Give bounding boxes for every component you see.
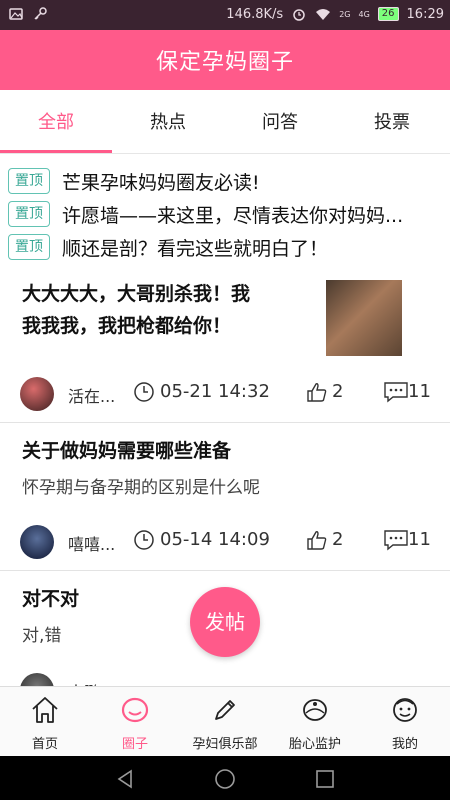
- tab-vote[interactable]: 投票: [336, 93, 448, 153]
- wifi-icon: [315, 6, 331, 22]
- comment-icon[interactable]: [383, 381, 409, 403]
- post-card[interactable]: 关于做妈妈需要哪些准备 怀孕期与备孕期的区别是什么呢 嘻嘻... 05-14 1…: [0, 423, 450, 571]
- thumbs-up-icon[interactable]: [306, 529, 328, 551]
- home-icon: [32, 697, 58, 723]
- battery-indicator: 26: [377, 7, 399, 21]
- post-author: 南鹏: [68, 679, 100, 686]
- back-icon[interactable]: [114, 768, 136, 790]
- post-excerpt: 怀孕期与备孕期的区别是什么呢: [22, 478, 260, 498]
- nav-label: 胎心监护: [288, 737, 341, 752]
- nav-fetal-monitor[interactable]: 胎心监护: [270, 687, 360, 757]
- comment-count: 11: [408, 529, 431, 550]
- like-count: 2: [332, 529, 344, 550]
- post-author: 活在...: [68, 387, 116, 406]
- post-card[interactable]: 大大大大，大哥别杀我！我 我我我，我把枪都给你！ 活在... 05-21 14:…: [0, 266, 450, 423]
- alarm-icon: [291, 6, 307, 22]
- status-time: 16:29: [406, 6, 444, 22]
- post-meta: 南鹏: [0, 670, 450, 686]
- monitor-icon: [303, 699, 327, 721]
- nav-label: 首页: [31, 737, 58, 752]
- post-meta: 活在... 05-21 14:32 2 11: [0, 374, 450, 414]
- avatar[interactable]: [20, 377, 54, 411]
- post-title: 对不对: [22, 588, 80, 610]
- nav-home[interactable]: 首页: [0, 687, 90, 757]
- avatar[interactable]: [20, 673, 54, 686]
- comment-icon[interactable]: [383, 529, 409, 551]
- post-author: 嘻嘻...: [68, 535, 116, 554]
- circle-icon: [121, 697, 149, 723]
- post-date: 05-14 14:09: [160, 529, 270, 550]
- pinned-badge: 置顶: [8, 201, 50, 227]
- tab-qa[interactable]: 问答: [224, 93, 336, 153]
- pencil-icon: [215, 700, 235, 720]
- category-tabs: 全部 热点 问答 投票: [0, 93, 450, 154]
- pinned-post[interactable]: 置顶 顺还是剖？看完这些就明白了！: [8, 232, 432, 262]
- avatar[interactable]: [20, 525, 54, 559]
- nav-circle[interactable]: 圈子: [90, 687, 180, 757]
- pinned-post[interactable]: 置顶 许愿墙——来这里，尽情表达你对妈妈...: [8, 199, 432, 229]
- app-header: 保定孕妈圈子: [0, 30, 450, 90]
- tab-all[interactable]: 全部: [0, 93, 112, 153]
- nav-label: 孕妇俱乐部: [192, 737, 258, 752]
- profile-icon: [393, 698, 417, 722]
- tab-hot[interactable]: 热点: [112, 93, 224, 153]
- key-icon: [32, 6, 48, 22]
- network-type-2: 4G: [358, 9, 370, 19]
- system-navigation-bar: [0, 756, 450, 800]
- clock-icon: [134, 382, 154, 402]
- post-excerpt: 对,错: [22, 626, 62, 646]
- pinned-post-title: 芒果孕味妈妈圈友必读!: [62, 171, 260, 194]
- gallery-icon: [8, 6, 24, 22]
- recent-apps-icon[interactable]: [314, 768, 336, 790]
- clock-icon: [134, 530, 154, 550]
- nav-label: 圈子: [121, 737, 148, 752]
- post-thumbnail-image: [326, 280, 402, 356]
- pinned-badge: 置顶: [8, 168, 50, 194]
- nav-mine[interactable]: 我的: [360, 687, 450, 757]
- thumbs-up-icon[interactable]: [306, 381, 328, 403]
- post-date: 05-21 14:32: [160, 381, 270, 402]
- pinned-post-title: 许愿墙——来这里，尽情表达你对妈妈...: [62, 204, 404, 227]
- pinned-post[interactable]: 置顶 芒果孕味妈妈圈友必读!: [8, 166, 432, 196]
- active-tab-indicator: [0, 150, 112, 153]
- page-title: 保定孕妈圈子: [155, 50, 294, 75]
- nav-label: 我的: [391, 737, 418, 752]
- nav-pregnancy-club[interactable]: 孕妇俱乐部: [180, 687, 270, 757]
- new-post-button[interactable]: 发帖: [190, 587, 260, 657]
- bottom-navigation: 首页 圈子 孕妇俱乐部 胎心监护 我的: [0, 686, 450, 757]
- pinned-badge: 置顶: [8, 234, 50, 260]
- home-circle-icon[interactable]: [214, 768, 236, 790]
- network-speed: 146.8K/s: [226, 6, 284, 22]
- comment-count: 11: [408, 381, 431, 402]
- status-bar: 146.8K/s 2G 4G 26 16:29: [0, 0, 450, 30]
- pinned-post-title: 顺还是剖？看完这些就明白了！: [62, 237, 329, 260]
- like-count: 2: [332, 381, 344, 402]
- post-title: 大大大大，大哥别杀我！我 我我我，我把枪都给你！: [22, 283, 251, 337]
- post-title: 关于做妈妈需要哪些准备: [22, 440, 232, 462]
- network-type-1: 2G: [339, 9, 351, 19]
- post-meta: 嘻嘻... 05-14 14:09 2 11: [0, 522, 450, 562]
